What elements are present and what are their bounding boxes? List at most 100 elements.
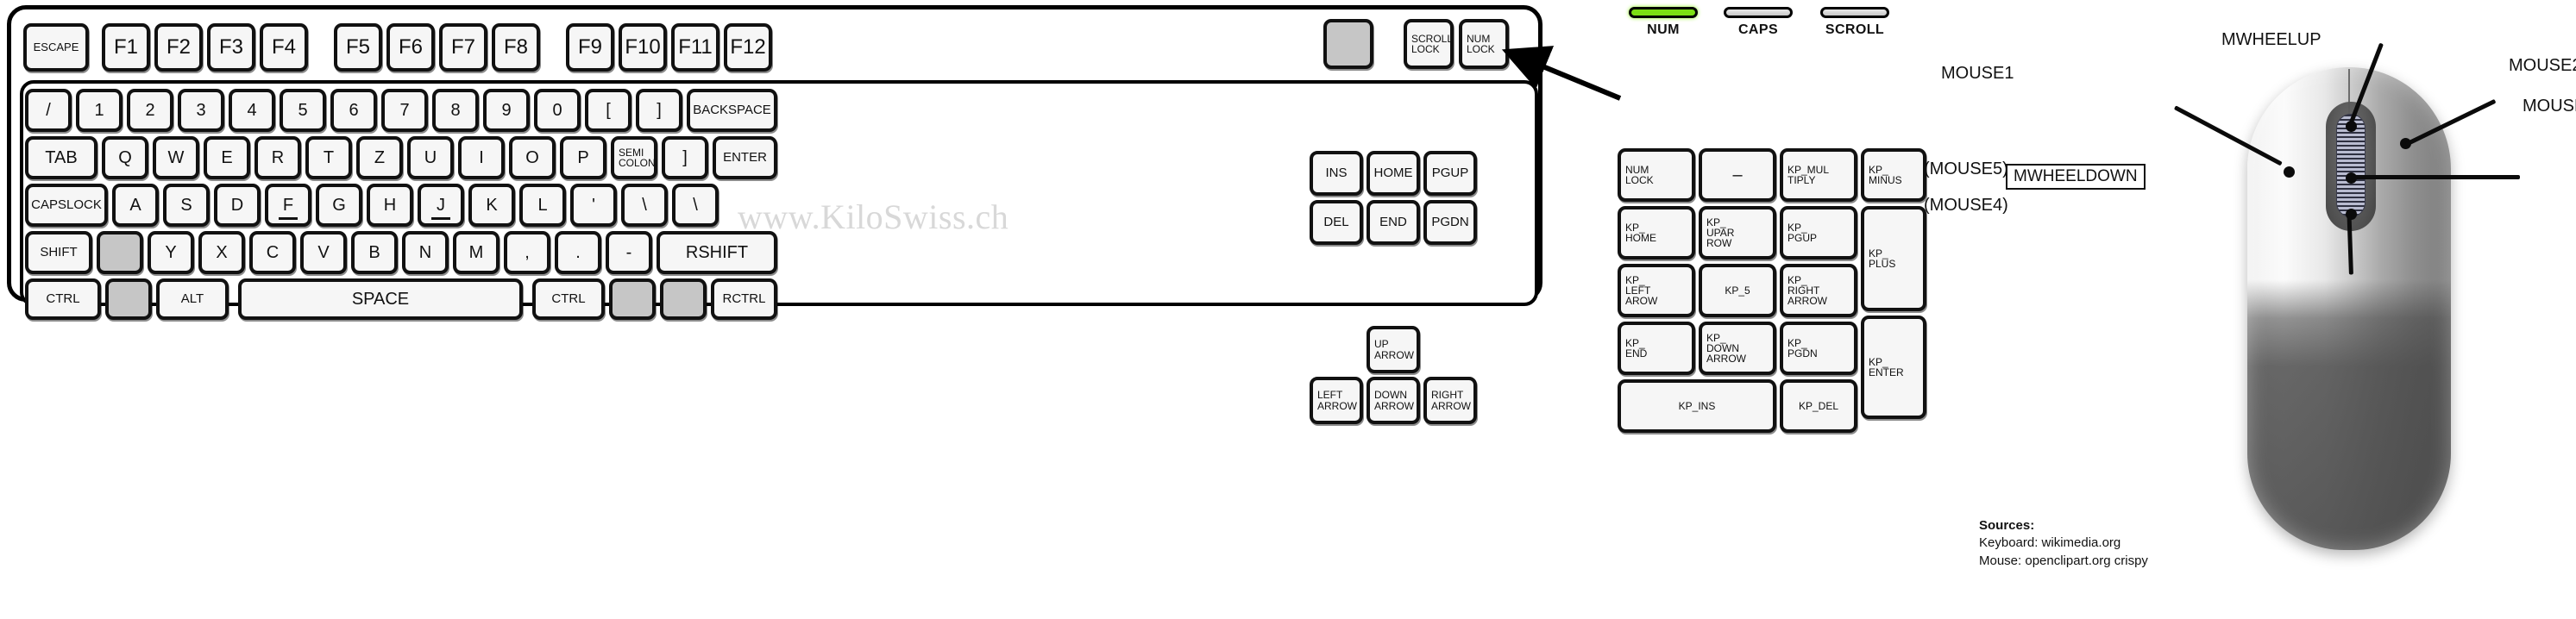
key-4[interactable]: 4 — [229, 89, 275, 132]
key-c[interactable]: C — [249, 231, 296, 274]
key-d[interactable]: D — [214, 184, 261, 227]
key-f7[interactable]: F7 — [439, 23, 487, 72]
key-kp-5[interactable]: KP_5 — [1699, 264, 1776, 317]
key-semicolon[interactable]: SEMI COLON — [611, 136, 657, 179]
key-down-arrow[interactable]: DOWN ARROW — [1367, 377, 1420, 424]
key-shift[interactable]: SHIFT — [25, 231, 92, 274]
key-f2[interactable]: F2 — [154, 23, 203, 72]
key-left-arrow[interactable]: LEFT ARROW — [1310, 377, 1363, 424]
key-right-arrow[interactable]: RIGHT ARROW — [1423, 377, 1477, 424]
key-space[interactable]: SPACE — [238, 278, 523, 320]
key-pgdn[interactable]: PGDN — [1423, 200, 1477, 245]
key-g[interactable]: G — [316, 184, 362, 227]
key-f3[interactable]: F3 — [207, 23, 255, 72]
key-kp-downarrow[interactable]: KP_ DOWN ARROW — [1699, 322, 1776, 375]
key-kp-pgdn[interactable]: KP_ PGDN — [1780, 322, 1857, 375]
key-p[interactable]: P — [560, 136, 606, 179]
key-win-left[interactable] — [105, 278, 152, 320]
key-z[interactable]: Z — [356, 136, 403, 179]
key-0[interactable]: 0 — [534, 89, 581, 132]
key-kp-ins[interactable]: KP_INS — [1618, 379, 1776, 433]
key-up-arrow[interactable]: UP ARROW — [1367, 326, 1420, 373]
key-kp-plus[interactable]: KP_ PLUS — [1861, 206, 1926, 311]
key-bracket-right[interactable]: ] — [636, 89, 682, 132]
key-m[interactable]: M — [453, 231, 499, 274]
key-3[interactable]: 3 — [178, 89, 224, 132]
key-home[interactable]: HOME — [1367, 151, 1420, 196]
key-kp-home[interactable]: KP_ HOME — [1618, 206, 1695, 259]
key-alt[interactable]: ALT — [156, 278, 229, 320]
key-kp-end[interactable]: KP_ END — [1618, 322, 1695, 375]
key-kp-rightarrow[interactable]: KP_ RIGHT ARROW — [1780, 264, 1857, 317]
key-f6[interactable]: F6 — [386, 23, 435, 72]
key-kp-uparrow[interactable]: KP_ UPAR ROW — [1699, 206, 1776, 259]
key-l[interactable]: L — [519, 184, 566, 227]
key-f9[interactable]: F9 — [566, 23, 614, 72]
key-rctrl[interactable]: RCTRL — [711, 278, 777, 320]
key-backslash-1[interactable]: \ — [621, 184, 668, 227]
key-f12[interactable]: F12 — [724, 23, 772, 72]
key-kp-leftarrow[interactable]: KP_ LEFT AROW — [1618, 264, 1695, 317]
key-r[interactable]: R — [254, 136, 301, 179]
key-menu[interactable] — [660, 278, 707, 320]
key-kp-numlock[interactable]: NUM LOCK — [1618, 148, 1695, 202]
key-kp-multiply[interactable]: KP_MUL TIPLY — [1780, 148, 1857, 202]
key-f[interactable]: F — [265, 184, 311, 227]
key-comma[interactable]: , — [504, 231, 550, 274]
key-2[interactable]: 2 — [127, 89, 173, 132]
key-end[interactable]: END — [1367, 200, 1420, 245]
key-s[interactable]: S — [163, 184, 210, 227]
key-8[interactable]: 8 — [432, 89, 479, 132]
key-7[interactable]: 7 — [381, 89, 428, 132]
key-kp-minus[interactable]: KP_ MINUS — [1861, 148, 1926, 202]
key-bracket-left[interactable]: [ — [585, 89, 631, 132]
key-win-right[interactable] — [609, 278, 656, 320]
key-del[interactable]: DEL — [1310, 200, 1363, 245]
key-bracket-right-2[interactable]: ] — [662, 136, 708, 179]
key-5[interactable]: 5 — [280, 89, 326, 132]
key-t[interactable]: T — [305, 136, 352, 179]
key-capslock[interactable]: CAPSLOCK — [25, 184, 108, 227]
key-6[interactable]: 6 — [330, 89, 377, 132]
key-f11[interactable]: F11 — [671, 23, 719, 72]
key-a[interactable]: A — [112, 184, 159, 227]
key-f5[interactable]: F5 — [334, 23, 382, 72]
key-pgup[interactable]: PGUP — [1423, 151, 1477, 196]
key-f10[interactable]: F10 — [619, 23, 667, 72]
key-kp-pgup[interactable]: KP_ PGUP — [1780, 206, 1857, 259]
key-minus[interactable]: - — [606, 231, 652, 274]
key-k[interactable]: K — [468, 184, 515, 227]
key-b[interactable]: B — [351, 231, 398, 274]
key-e[interactable]: E — [204, 136, 250, 179]
key-slash[interactable]: / — [25, 89, 72, 132]
key-ins[interactable]: INS — [1310, 151, 1363, 196]
key-kp-enter[interactable]: KP_ ENTER — [1861, 316, 1926, 419]
key-ctrl-right-alt[interactable]: CTRL — [532, 278, 605, 320]
key-u[interactable]: U — [407, 136, 454, 179]
key-enter[interactable]: ENTER — [713, 136, 777, 179]
key-i[interactable]: I — [458, 136, 505, 179]
key-h[interactable]: H — [367, 184, 413, 227]
key-apostrophe[interactable]: ' — [570, 184, 617, 227]
key-backslash-blank[interactable] — [97, 231, 143, 274]
key-rshift[interactable]: RSHIFT — [657, 231, 777, 274]
key-f4[interactable]: F4 — [260, 23, 308, 72]
key-f1[interactable]: F1 — [102, 23, 150, 72]
key-v[interactable]: V — [300, 231, 347, 274]
key-kp-del[interactable]: KP_DEL — [1780, 379, 1857, 433]
key-j[interactable]: J — [418, 184, 464, 227]
key-kp-divide[interactable]: – — [1699, 148, 1776, 202]
key-period[interactable]: . — [555, 231, 601, 274]
key-tab[interactable]: TAB — [25, 136, 97, 179]
key-1[interactable]: 1 — [76, 89, 123, 132]
key-f8[interactable]: F8 — [492, 23, 540, 72]
key-y[interactable]: Y — [148, 231, 194, 274]
key-backslash-2[interactable]: \ — [672, 184, 719, 227]
key-q[interactable]: Q — [102, 136, 148, 179]
key-x[interactable]: X — [198, 231, 245, 274]
key-o[interactable]: O — [509, 136, 556, 179]
key-backspace[interactable]: BACKSPACE — [687, 89, 777, 132]
key-ctrl[interactable]: CTRL — [25, 278, 101, 320]
key-n[interactable]: N — [402, 231, 449, 274]
key-w[interactable]: W — [153, 136, 199, 179]
